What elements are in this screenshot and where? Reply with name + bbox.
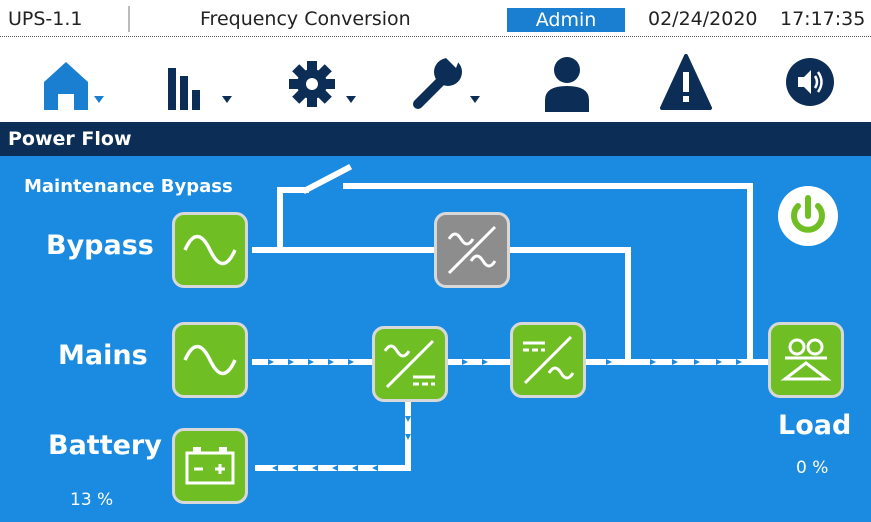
warning-icon[interactable]	[658, 52, 738, 112]
ac-wave-icon	[183, 344, 237, 376]
battery-percent: 13 %	[70, 490, 114, 510]
bar-chart-icon[interactable]	[160, 52, 240, 112]
load-block[interactable]	[768, 322, 844, 398]
device-name: UPS-1.1	[8, 8, 83, 30]
rectifier-icon	[383, 339, 435, 389]
static-bypass-block[interactable]	[434, 212, 510, 288]
bypass-source-block[interactable]	[172, 212, 248, 288]
date: 02/24/2020	[648, 8, 758, 30]
mains-label: Mains	[58, 340, 148, 371]
ac-wave-icon	[183, 234, 237, 266]
bypass-label: Bypass	[46, 230, 154, 261]
user-badge[interactable]: Admin	[507, 8, 625, 32]
battery-icon	[185, 447, 235, 485]
user-icon[interactable]	[537, 52, 617, 112]
wrench-icon[interactable]	[412, 52, 492, 112]
power-flow-diagram: Maintenance Bypass Bypass Mains Battery …	[0, 156, 871, 522]
divider	[0, 36, 871, 37]
time: 17:17:35	[780, 8, 866, 30]
speaker-icon[interactable]	[780, 52, 860, 112]
load-icon	[780, 338, 832, 381]
nav-bar	[0, 38, 871, 122]
ac-ac-converter-icon	[447, 225, 497, 275]
divider	[128, 6, 130, 32]
power-button[interactable]	[778, 186, 838, 246]
mains-source-block[interactable]	[172, 322, 248, 398]
operating-mode: Frequency Conversion	[200, 8, 411, 30]
section-title: Power Flow	[8, 128, 132, 150]
home-icon[interactable]	[36, 52, 116, 112]
power-icon	[791, 195, 825, 233]
battery-block[interactable]	[172, 428, 248, 504]
gear-icon[interactable]	[288, 52, 368, 112]
section-header: Power Flow	[0, 122, 871, 156]
battery-label: Battery	[48, 430, 162, 461]
rectifier-block[interactable]	[372, 326, 448, 402]
inverter-icon	[523, 335, 575, 385]
load-percent: 0 %	[796, 458, 829, 478]
maintenance-bypass-label: Maintenance Bypass	[24, 176, 233, 197]
load-label: Load	[778, 410, 852, 441]
status-bar: UPS-1.1 Frequency Conversion Admin 02/24…	[0, 0, 871, 38]
inverter-block[interactable]	[510, 322, 586, 398]
